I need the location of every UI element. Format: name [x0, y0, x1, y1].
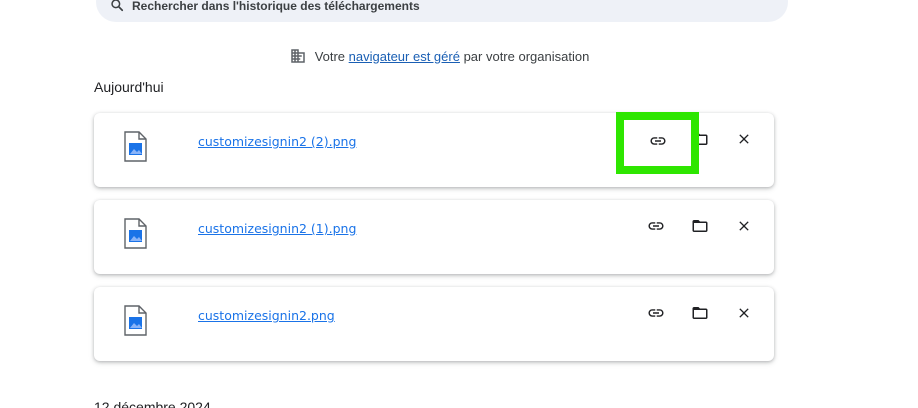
- link-icon: [647, 304, 665, 325]
- link-icon: [649, 132, 667, 155]
- close-icon: [736, 218, 752, 237]
- file-name-link[interactable]: customizesignin2 (2).png: [198, 134, 356, 149]
- managed-suffix: par votre organisation: [459, 48, 590, 64]
- date-header-older: 12 décembre 2024: [94, 399, 211, 408]
- close-icon: [736, 305, 752, 324]
- search-bar[interactable]: Rechercher dans l'historique des télécha…: [96, 0, 788, 22]
- copy-link-button[interactable]: [640, 215, 672, 239]
- item-actions: [640, 215, 760, 239]
- building-icon: [289, 47, 307, 65]
- close-icon: [736, 131, 752, 150]
- file-name-link[interactable]: customizesignin2 (1).png: [198, 221, 356, 236]
- item-actions: [640, 302, 760, 326]
- search-input[interactable]: Rechercher dans l'historique des télécha…: [132, 0, 420, 13]
- managed-link[interactable]: navigateur est géré: [349, 49, 460, 64]
- copy-link-button[interactable]: [640, 302, 672, 326]
- remove-button[interactable]: [728, 215, 760, 239]
- managed-prefix: Votre: [314, 48, 349, 64]
- image-file-icon: [122, 131, 148, 163]
- download-item: customizesignin2 (1).png: [94, 200, 774, 274]
- remove-button[interactable]: [728, 302, 760, 326]
- show-in-folder-button[interactable]: [684, 215, 716, 239]
- download-item: customizesignin2.png: [94, 287, 774, 361]
- highlight-box[interactable]: [616, 112, 699, 174]
- managed-notice: Votre navigateur est géré par votre orga…: [0, 46, 918, 66]
- image-file-icon: [122, 218, 148, 250]
- link-icon: [647, 217, 665, 238]
- show-in-folder-button[interactable]: [684, 302, 716, 326]
- remove-button[interactable]: [728, 128, 760, 152]
- folder-icon: [691, 217, 709, 238]
- folder-icon: [691, 304, 709, 325]
- search-icon: [110, 0, 126, 13]
- downloads-page: Rechercher dans l'historique des télécha…: [0, 0, 918, 408]
- image-file-icon: [122, 305, 148, 337]
- date-header-today: Aujourd'hui: [94, 79, 164, 95]
- file-name-link[interactable]: customizesignin2.png: [198, 308, 335, 323]
